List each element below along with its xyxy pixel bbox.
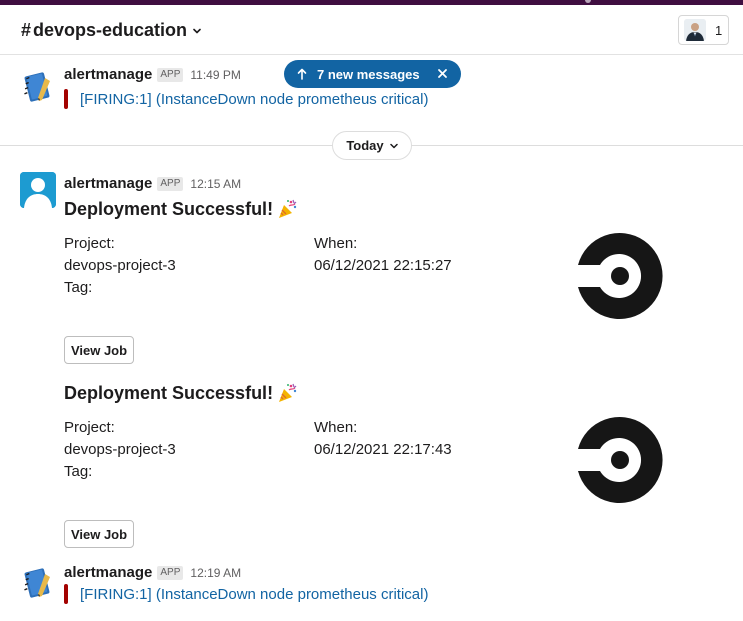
message-time[interactable]: 12:19 AM: [190, 566, 241, 580]
when-label: When:: [314, 419, 358, 436]
view-job-button[interactable]: View Job: [64, 520, 134, 548]
card-title: Deployment Successful!: [64, 382, 299, 404]
circleci-logo[interactable]: [576, 232, 664, 320]
new-messages-toast[interactable]: 7 new messages: [284, 60, 461, 88]
card-title-text: Deployment Successful!: [64, 198, 274, 219]
message-meta: alertmanage APP 12:19 AM: [64, 564, 241, 581]
chevron-down-icon: [193, 28, 201, 33]
message-time[interactable]: 11:49 PM: [190, 68, 240, 82]
close-icon[interactable]: [437, 68, 448, 79]
tag-label: Tag:: [64, 279, 93, 296]
party-popper-icon: [279, 383, 297, 402]
channel-name: devops-education: [33, 20, 188, 40]
project-value: devops-project-3: [64, 257, 176, 274]
when-label: When:: [314, 235, 358, 252]
notebook-icon[interactable]: [20, 68, 56, 104]
member-count: 1: [715, 22, 723, 38]
alert-attachment: [FIRING:1] (InstanceDown node prometheus…: [64, 89, 428, 109]
channel-hash: #: [21, 20, 32, 40]
sender-name[interactable]: alertmanage: [64, 66, 152, 83]
app-badge: APP: [157, 565, 184, 580]
project-value: devops-project-3: [64, 441, 176, 458]
app-badge: APP: [157, 67, 184, 82]
sender-name[interactable]: alertmanage: [64, 175, 152, 192]
members-button[interactable]: 1: [678, 15, 729, 45]
strip-indicator: [585, 0, 591, 3]
chevron-down-icon: [389, 143, 398, 148]
deployment-card: Deployment Successful! Project: devops-p…: [64, 382, 704, 552]
card-title: Deployment Successful!: [64, 198, 299, 220]
tag-label: Tag:: [64, 463, 93, 480]
member-avatar: [684, 19, 706, 41]
when-value: 06/12/2021 22:17:43: [314, 441, 452, 458]
card-title-text: Deployment Successful!: [64, 382, 274, 403]
notebook-icon[interactable]: [20, 564, 56, 600]
alert-color-bar: [64, 584, 68, 604]
arrow-up-icon: [297, 68, 307, 80]
project-label: Project:: [64, 419, 115, 436]
view-job-button[interactable]: View Job: [64, 336, 134, 364]
alert-attachment: [FIRING:1] (InstanceDown node prometheus…: [64, 584, 428, 604]
app-badge: APP: [157, 176, 184, 191]
sender-name[interactable]: alertmanage: [64, 564, 152, 581]
default-avatar-icon[interactable]: [20, 172, 56, 208]
channel-header: # devops-education 1: [0, 5, 743, 55]
party-popper-icon: [279, 199, 297, 218]
channel-name-button[interactable]: # devops-education: [21, 20, 201, 41]
alert-color-bar: [64, 89, 68, 109]
toast-label: 7 new messages: [317, 66, 420, 82]
alert-link[interactable]: [FIRING:1] (InstanceDown node prometheus…: [80, 91, 428, 108]
deployment-card: Deployment Successful! Project: devops-p…: [64, 198, 704, 368]
message-meta: alertmanage APP 11:49 PM: [64, 66, 241, 83]
project-label: Project:: [64, 235, 115, 252]
message-time[interactable]: 12:15 AM: [190, 177, 241, 191]
alert-link[interactable]: [FIRING:1] (InstanceDown node prometheus…: [80, 586, 428, 603]
day-label: Today: [346, 138, 384, 153]
message-meta: alertmanage APP 12:15 AM: [64, 175, 241, 192]
circleci-logo[interactable]: [576, 416, 664, 504]
day-divider-button[interactable]: Today: [332, 131, 412, 160]
when-value: 06/12/2021 22:15:27: [314, 257, 452, 274]
